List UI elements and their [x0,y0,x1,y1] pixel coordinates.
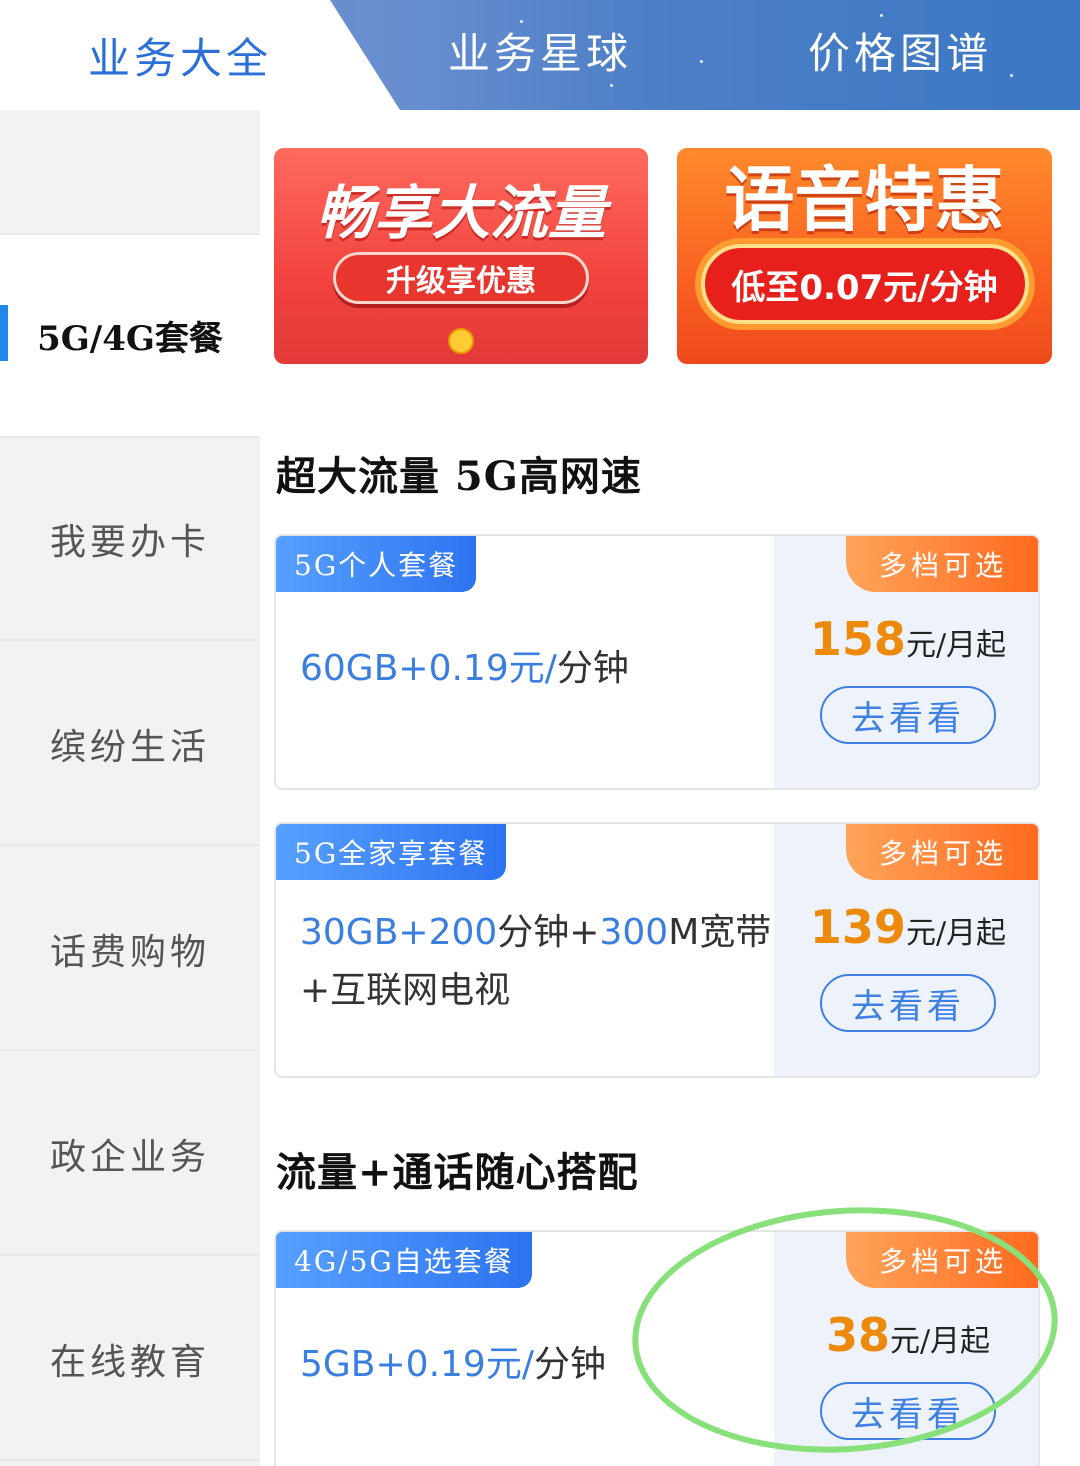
plan-price: 158元/月起 [774,612,1038,666]
plan-card-body: 5G个人套餐 60GB+0.19元/分钟 [276,536,774,788]
price-unit: 元/月起 [905,916,1007,951]
plan-tag: 4G/5G自选套餐 [276,1232,532,1288]
plan-desc-segment: 分钟 [533,1344,606,1385]
banner-title: 语音特惠 [724,159,1005,241]
tab-label: 业务大全 [87,33,272,83]
price-number: 158 [809,612,906,666]
plan-desc-segment: 5GB+ [300,1344,406,1385]
sidebar-item-label: 5G/4G套餐 [37,319,223,359]
banner-price-button[interactable]: 低至0.07元/分钟 [700,244,1029,324]
sidebar-item-phone-bill-shopping[interactable]: 话费购物 [0,848,260,1051]
tab-label: 价格图谱 [807,28,992,78]
plan-desc-segment: 60GB+ [300,648,429,689]
tab-business-all[interactable]: 业务大全 [0,0,400,110]
sidebar-item-colorful-life[interactable]: 缤纷生活 [0,643,260,846]
plan-desc-segment: 分钟+ [497,912,600,953]
plan-card-5g-family[interactable]: 5G全家享套餐 30GB+200分钟+300M宽带 +互联网电视 139元/月起 … [274,822,1040,1078]
sidebar-item-label: 我要办卡 [49,521,210,563]
sidebar-item-get-card[interactable]: 我要办卡 [0,438,260,641]
view-plan-button[interactable]: 去看看 [820,686,996,744]
sidebar-item-label: 缤纷生活 [49,726,210,768]
plan-desc-segment: 0.19元/ [405,1344,534,1385]
view-plan-button[interactable]: 去看看 [820,974,996,1032]
plan-card-body: 5G全家享套餐 30GB+200分钟+300M宽带 +互联网电视 [276,824,774,1076]
plan-desc-segment: 分钟 [556,648,629,689]
plan-description: 30GB+200分钟+300M宽带 +互联网电视 [300,904,771,1020]
section-title: 超大流量 5G高网速 [276,453,642,500]
tab-business-planet[interactable]: 业务星球 [360,0,720,100]
banner-big-data[interactable]: 畅享大流量 升级享优惠 [274,148,648,364]
plan-tag: 5G个人套餐 [276,536,477,592]
section-title: 流量+通话随心搭配 [276,1149,639,1196]
plan-description: 60GB+0.19元/分钟 [300,640,629,698]
sidebar-item-label: 政企业务 [49,1136,210,1178]
price-unit: 元/月起 [905,628,1007,663]
coin-icon [448,328,474,354]
tab-label: 业务星球 [447,28,632,78]
top-tab-bar: 业务大全 业务星球 价格图谱 [0,0,1080,110]
sidebar-item-scrolled-off[interactable] [0,110,260,235]
plan-card-5g-personal[interactable]: 5G个人套餐 60GB+0.19元/分钟 158元/月起 去看看 多档可选 [274,534,1040,790]
plan-desc-segment: 300 [599,912,669,953]
multi-tier-ribbon: 多档可选 [846,824,1038,880]
sidebar-item-label: 在线教育 [49,1341,210,1383]
plan-desc-segment: 200 [428,912,498,953]
banner-upgrade-button[interactable]: 升级享优惠 [333,252,589,304]
plan-desc-segment: 30GB+ [300,912,429,953]
price-number: 139 [809,900,906,954]
plan-tag: 5G全家享套餐 [276,824,507,880]
banner-title: 畅享大流量 [315,179,606,247]
plan-desc-segment: +互联网电视 [300,970,511,1011]
plan-desc-segment: 0.19元/ [428,648,557,689]
plan-desc-segment: M宽带 [668,912,772,953]
sidebar-item-online-education[interactable]: 在线教育 [0,1258,260,1461]
multi-tier-ribbon: 多档可选 [846,536,1038,592]
plan-price: 139元/月起 [774,900,1038,954]
tab-price-map[interactable]: 价格图谱 [720,0,1080,100]
banner-voice-discount[interactable]: 语音特惠 低至0.07元/分钟 [677,148,1052,364]
sidebar-item-5g-4g-plans[interactable]: 5G/4G套餐 [0,235,260,438]
sidebar-item-enterprise[interactable]: 政企业务 [0,1053,260,1256]
sidebar-item-label: 话费购物 [49,931,210,973]
plan-description: 5GB+0.19元/分钟 [300,1336,606,1394]
